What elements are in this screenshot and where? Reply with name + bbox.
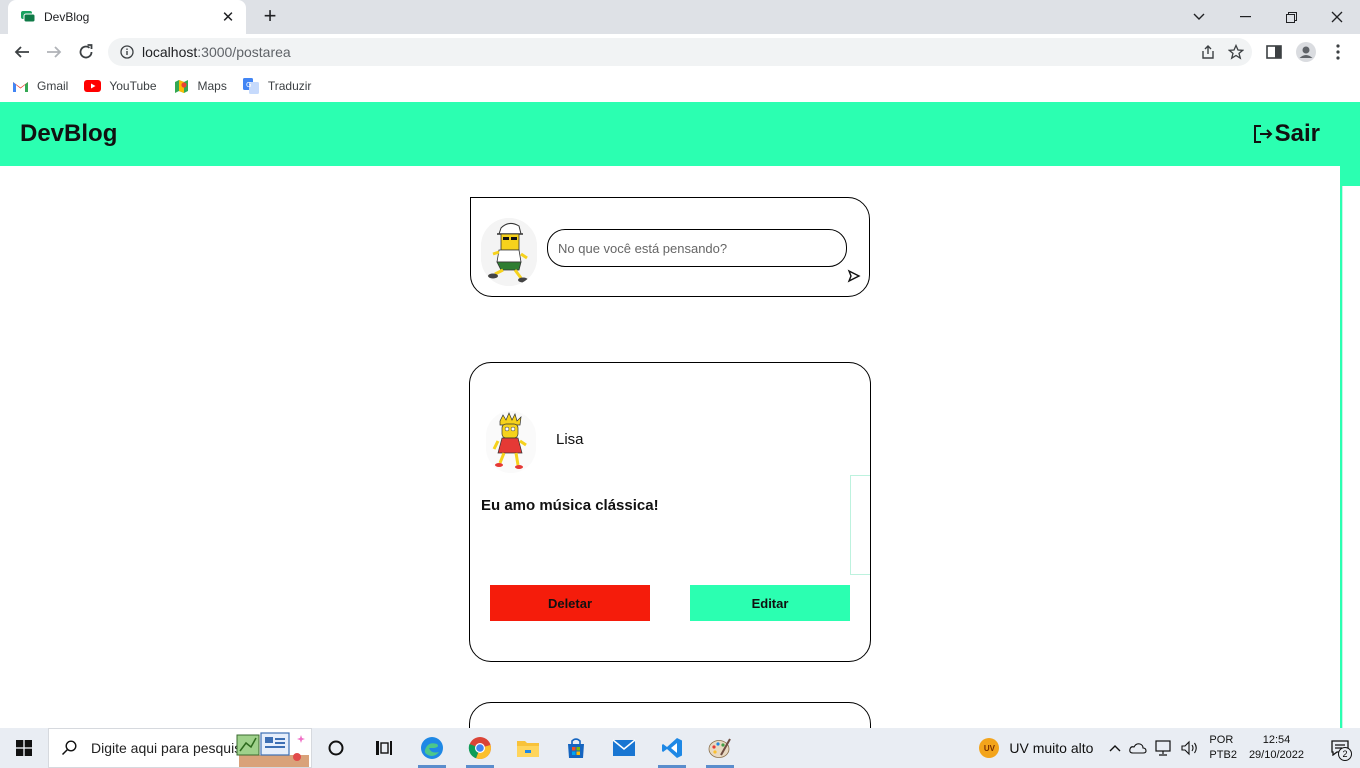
logout-button[interactable]: Sair bbox=[1253, 120, 1320, 148]
bookmark-traduzir[interactable]: G Traduzir bbox=[243, 78, 312, 94]
user-avatar bbox=[481, 218, 537, 286]
file-explorer-icon[interactable] bbox=[504, 728, 552, 768]
notification-count: 2 bbox=[1338, 747, 1352, 761]
search-highlight-icon bbox=[236, 732, 309, 767]
back-arrow-icon[interactable] bbox=[10, 40, 34, 64]
lisa-avatar-icon bbox=[486, 411, 536, 473]
vscode-icon[interactable] bbox=[648, 728, 696, 768]
close-tab-icon[interactable]: ✕ bbox=[220, 8, 236, 26]
weather-widget[interactable]: UV UV muito alto bbox=[979, 738, 1093, 758]
new-post-composer bbox=[470, 197, 870, 297]
weather-text: UV muito alto bbox=[1009, 740, 1094, 756]
bookmarks-bar: Gmail YouTube Maps G Traduzir bbox=[0, 70, 1360, 102]
paint-icon[interactable] bbox=[696, 728, 744, 768]
profile-avatar-icon[interactable] bbox=[1294, 40, 1318, 64]
post-content: Eu amo música clássica! bbox=[481, 497, 659, 514]
browser-menu-icon[interactable] bbox=[1326, 40, 1350, 64]
minimize-icon[interactable] bbox=[1222, 0, 1268, 34]
post-author: Lisa bbox=[556, 431, 584, 448]
delete-button[interactable]: Deletar bbox=[490, 585, 650, 621]
bookmark-gmail[interactable]: Gmail bbox=[12, 79, 68, 93]
task-view-icon[interactable] bbox=[360, 728, 408, 768]
chat-bubble-icon bbox=[21, 11, 36, 23]
browser-toolbar: localhost:3000/postarea bbox=[0, 34, 1360, 70]
author-avatar bbox=[486, 411, 536, 473]
cortana-icon[interactable] bbox=[312, 728, 360, 768]
bookmark-star-icon[interactable] bbox=[1228, 44, 1244, 60]
logout-label: Sair bbox=[1274, 120, 1320, 147]
edge-icon[interactable] bbox=[408, 728, 456, 768]
keyboard-layout: PTB2 bbox=[1209, 749, 1237, 761]
site-info-icon[interactable] bbox=[120, 45, 134, 59]
close-window-icon[interactable] bbox=[1314, 0, 1360, 34]
bart-avatar-icon bbox=[481, 218, 537, 286]
browser-tab-strip: DevBlog ✕ + bbox=[0, 0, 1360, 34]
clock-time: 12:54 bbox=[1262, 734, 1291, 746]
window-controls bbox=[1176, 0, 1360, 34]
tray-icons bbox=[1109, 740, 1199, 756]
clock-date: 29/10/2022 bbox=[1248, 749, 1304, 761]
uv-sun-icon: UV bbox=[979, 738, 1000, 758]
language-code: POR bbox=[1209, 734, 1234, 746]
reload-icon[interactable] bbox=[74, 40, 98, 64]
brand-logo[interactable]: DevBlog bbox=[20, 120, 117, 148]
bookmark-label: Traduzir bbox=[267, 79, 312, 93]
bookmark-label: YouTube bbox=[109, 79, 157, 93]
page-scrollbar[interactable] bbox=[1340, 166, 1360, 728]
edit-button[interactable]: Editar bbox=[690, 585, 850, 621]
tab-search-icon[interactable] bbox=[1176, 0, 1222, 34]
input-language[interactable]: POR PTB2 bbox=[1209, 733, 1237, 763]
scrollbar-track[interactable] bbox=[1342, 186, 1360, 728]
page-viewport: DevBlog Sair No que você está pensando? … bbox=[0, 102, 1360, 728]
translate-icon: G bbox=[243, 78, 260, 94]
windows-start-icon[interactable] bbox=[0, 728, 48, 768]
forward-arrow-icon[interactable] bbox=[42, 40, 66, 64]
share-icon[interactable] bbox=[1200, 44, 1216, 60]
logout-icon bbox=[1253, 125, 1273, 143]
url-text: localhost:3000/postarea bbox=[142, 44, 291, 60]
clock[interactable]: 12:54 29/10/2022 bbox=[1249, 733, 1304, 763]
search-icon bbox=[61, 740, 77, 756]
windows-taskbar: Digite aqui para pesquisar UV UV muito a… bbox=[0, 728, 1360, 768]
svg-text:G: G bbox=[246, 81, 251, 89]
chrome-icon[interactable] bbox=[456, 728, 504, 768]
new-post-input[interactable] bbox=[547, 229, 847, 267]
post-scrollbar[interactable] bbox=[850, 475, 870, 575]
bookmark-maps[interactable]: Maps bbox=[173, 79, 227, 93]
show-hidden-icons-chevron-icon[interactable] bbox=[1109, 744, 1121, 752]
new-tab-button[interactable]: + bbox=[258, 5, 282, 29]
taskbar-search[interactable]: Digite aqui para pesquisar bbox=[48, 728, 312, 768]
mail-icon[interactable] bbox=[600, 728, 648, 768]
volume-icon[interactable] bbox=[1181, 740, 1199, 756]
maps-icon bbox=[173, 79, 190, 93]
onedrive-cloud-icon[interactable] bbox=[1129, 742, 1147, 754]
bookmark-youtube[interactable]: YouTube bbox=[84, 79, 157, 93]
bookmark-label: Gmail bbox=[37, 79, 69, 93]
app-header: DevBlog Sair bbox=[0, 102, 1360, 166]
tab-title: DevBlog bbox=[44, 10, 90, 24]
system-tray: UV UV muito alto POR PTB2 12:54 29/10/20… bbox=[979, 728, 1360, 768]
microsoft-store-icon[interactable] bbox=[552, 728, 600, 768]
browser-tab[interactable]: DevBlog ✕ bbox=[8, 0, 246, 34]
search-placeholder: Digite aqui para pesquisar bbox=[91, 740, 254, 756]
address-bar[interactable]: localhost:3000/postarea bbox=[108, 38, 1252, 66]
youtube-icon bbox=[84, 79, 102, 93]
network-icon[interactable] bbox=[1155, 740, 1173, 756]
bookmark-label: Maps bbox=[197, 79, 227, 93]
post-card: Lisa Eu amo música clássica! Deletar Edi… bbox=[469, 362, 871, 662]
gmail-icon bbox=[12, 79, 29, 93]
notification-center-icon[interactable]: 2 bbox=[1320, 728, 1360, 768]
restore-icon[interactable] bbox=[1268, 0, 1314, 34]
side-panel-icon[interactable] bbox=[1262, 40, 1286, 64]
send-icon[interactable] bbox=[847, 269, 861, 283]
post-card bbox=[469, 702, 871, 728]
